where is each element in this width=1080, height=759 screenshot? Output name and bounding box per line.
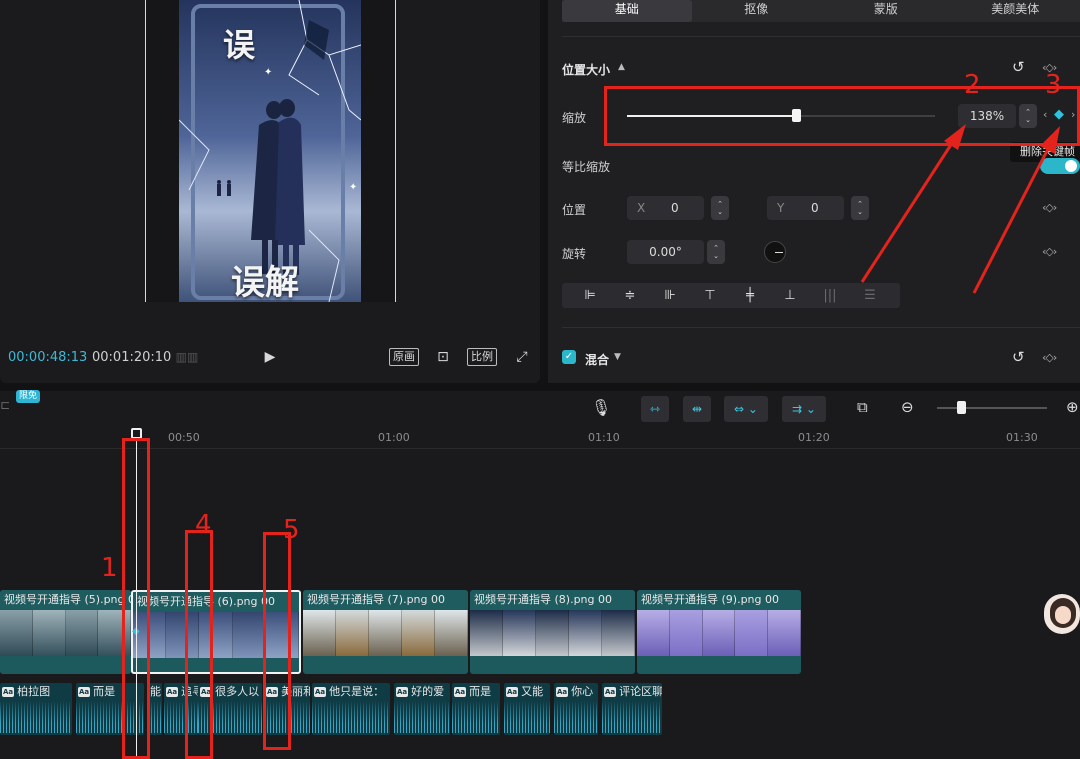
annotation-arrow-2 [860,139,956,283]
annotation-arrow-3 [972,144,1052,294]
annotation-arrowhead-2 [944,124,966,150]
annotation-arrowhead-3 [1040,126,1060,154]
annotation-arrows [860,124,1060,294]
